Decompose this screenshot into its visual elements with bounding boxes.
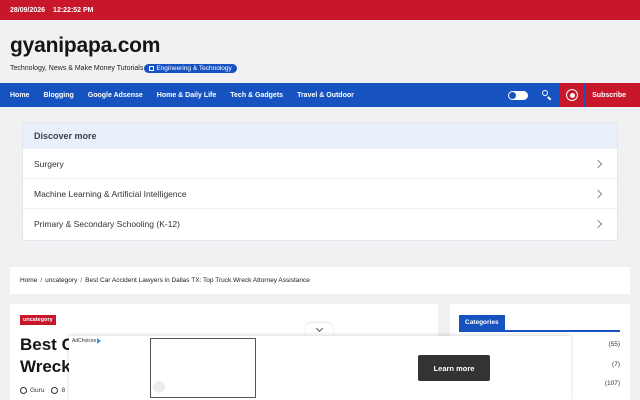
discover-item-label: Primary & Secondary Schooling (K-12) bbox=[34, 218, 180, 229]
adchoices-icon bbox=[97, 338, 102, 344]
chevron-right-icon bbox=[593, 159, 603, 168]
subscribe-button[interactable]: Subscribe bbox=[586, 83, 640, 107]
category-badge[interactable]: uncategory bbox=[20, 315, 56, 325]
search-icon[interactable] bbox=[540, 88, 554, 102]
site-title[interactable]: gyanipapa.com bbox=[10, 34, 160, 58]
live-button[interactable] bbox=[560, 83, 585, 107]
main-nav: Home Blogging Google Adsense Home & Dail… bbox=[0, 83, 640, 107]
category-count: (55) bbox=[608, 341, 620, 348]
discover-item-label: Machine Learning & Artificial Intelligen… bbox=[34, 188, 187, 199]
breadcrumb-current: Best Car Accident Lawyers in Dallas TX: … bbox=[85, 277, 310, 284]
clock-icon bbox=[51, 387, 59, 394]
chevron-right-icon bbox=[593, 219, 603, 228]
discover-item-label: Surgery bbox=[34, 158, 64, 169]
chevron-down-icon bbox=[315, 324, 323, 332]
chevron-right-icon bbox=[593, 189, 603, 198]
category-count: (107) bbox=[604, 380, 620, 387]
breadcrumb-home[interactable]: Home bbox=[20, 277, 37, 284]
discover-more-panel: Discover more Surgery Machine Learning &… bbox=[22, 122, 618, 241]
tag-pill-label: Engineering & Technology bbox=[156, 65, 232, 72]
adchoices-link[interactable]: AdChoices bbox=[72, 338, 102, 344]
article-meta: Guru 8 bbox=[20, 387, 65, 394]
dark-mode-toggle[interactable] bbox=[508, 90, 529, 100]
nav-item-google-adsense[interactable]: Google Adsense bbox=[88, 92, 143, 99]
tag-pill[interactable]: Engineering & Technology bbox=[144, 64, 237, 73]
author-icon bbox=[20, 387, 27, 394]
ad-image[interactable] bbox=[150, 338, 256, 398]
site-tagline: Technology, News & Make Money Tutorials … bbox=[10, 64, 237, 73]
anchor-ad: AdChoices Learn more bbox=[69, 336, 571, 400]
discover-item[interactable]: Surgery bbox=[23, 148, 617, 178]
toggle-knob bbox=[509, 91, 517, 99]
nav-actions: Subscribe bbox=[508, 83, 640, 107]
current-date: 28/09/2026 bbox=[10, 6, 46, 14]
author-name[interactable]: Guru bbox=[30, 387, 44, 394]
discover-heading: Discover more bbox=[23, 123, 617, 148]
live-icon bbox=[566, 89, 579, 101]
breadcrumb: Home / uncategory / Best Car Accident La… bbox=[10, 267, 630, 294]
top-bar: 28/09/2026 12:22:52 PM bbox=[0, 0, 640, 20]
learn-more-button[interactable]: Learn more bbox=[418, 355, 490, 381]
nav-item-travel-outdoor[interactable]: Travel & Outdoor bbox=[297, 92, 354, 99]
nav-item-home[interactable]: Home bbox=[10, 92, 29, 99]
category-count: (7) bbox=[612, 361, 620, 368]
ad-collapse-button[interactable] bbox=[305, 323, 333, 336]
current-time: 12:22:52 PM bbox=[53, 6, 94, 14]
article-date: 8 bbox=[61, 387, 66, 394]
discover-item[interactable]: Machine Learning & Artificial Intelligen… bbox=[23, 178, 617, 208]
nav-item-blogging[interactable]: Blogging bbox=[43, 92, 73, 99]
categories-heading: Categories bbox=[459, 315, 505, 330]
nav-item-home-daily-life[interactable]: Home & Daily Life bbox=[157, 92, 217, 99]
tagline-text: Technology, News & Make Money Tutorials bbox=[10, 65, 144, 72]
adchoices-label: AdChoices bbox=[72, 338, 97, 344]
discover-item[interactable]: Primary & Secondary Schooling (K-12) bbox=[23, 208, 617, 238]
grid-icon bbox=[149, 66, 155, 71]
breadcrumb-category[interactable]: uncategory bbox=[45, 277, 77, 284]
categories-divider bbox=[459, 330, 620, 332]
nav-item-tech-gadgets[interactable]: Tech & Gadgets bbox=[230, 92, 283, 99]
